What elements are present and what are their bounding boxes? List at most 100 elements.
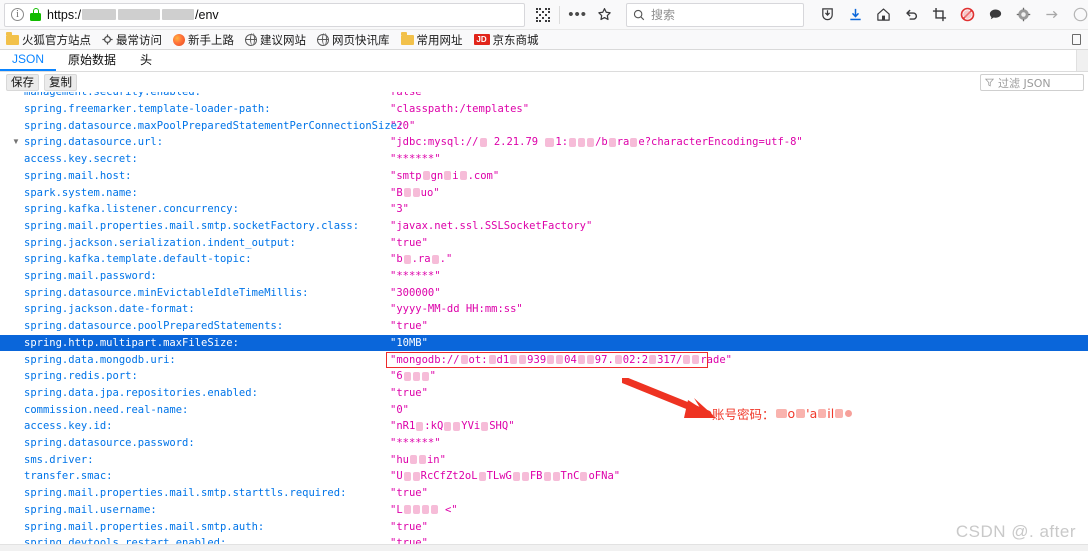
json-rows-container[interactable]: management.security.enabled: false spring.… — [0, 92, 1088, 544]
adblock-icon[interactable] — [960, 7, 975, 22]
search-input[interactable]: 搜索 — [626, 2, 804, 27]
bookmark-item[interactable]: 火狐官方站点 — [6, 32, 91, 48]
screenshot-crop-icon[interactable] — [932, 7, 947, 22]
json-value: "mongodb://ot: d1 939 04 97. 02:2 317/rade" — [390, 353, 732, 366]
json-row[interactable]: spring.datasource.minEvictableIdleTimeMi… — [0, 285, 1088, 302]
json-viewer-tabs: JSON 原始数据 头 — [0, 50, 1088, 72]
filter-json-input[interactable]: 过滤 JSON — [980, 74, 1084, 91]
bookmark-item[interactable]: 新手上路 — [173, 32, 234, 48]
value-redaction — [453, 421, 461, 431]
bookmark-item[interactable]: 网页快讯库 — [316, 32, 390, 48]
value-redaction — [403, 471, 411, 481]
extension-icons — [820, 7, 1088, 22]
collapse-triangle-icon[interactable]: ▼ — [12, 134, 20, 151]
json-row[interactable]: access.key.secret: "******" — [0, 151, 1088, 168]
annotation-ch2: 'a — [806, 406, 818, 421]
tab-json[interactable]: JSON — [0, 50, 57, 71]
value-redaction — [412, 188, 420, 197]
json-key: spring.mail.properties.mail.smtp.starttl… — [24, 487, 347, 500]
bookmark-star-icon[interactable] — [597, 7, 612, 22]
json-row[interactable]: spring.mail.username: "L <" — [0, 502, 1088, 519]
json-key: spring.data.mongodb.uri: — [24, 353, 176, 366]
undo-icon[interactable] — [904, 7, 919, 22]
json-row[interactable]: spring.kafka.listener.concurrency: "3" — [0, 201, 1088, 218]
page-actions-icon[interactable]: ••• — [568, 6, 587, 23]
bookmark-item[interactable]: 常用网址 — [400, 32, 463, 48]
value-redaction — [418, 455, 426, 465]
account-icon[interactable] — [1073, 7, 1088, 22]
json-value: "******" — [390, 437, 441, 449]
json-row[interactable]: spring.datasource.poolPreparedStatements… — [0, 318, 1088, 335]
filter-placeholder: 过滤 JSON — [998, 76, 1051, 90]
bookmark-item[interactable]: 建议网站 — [244, 32, 306, 48]
value-redaction — [519, 355, 527, 364]
save-button[interactable]: 保存 — [6, 73, 39, 91]
value-redaction — [608, 137, 616, 147]
json-row[interactable]: ▼ spring.datasource.url: "jdbc:mysql:// 2.… — [0, 134, 1088, 151]
value-redaction — [614, 355, 622, 364]
json-key: spring.kafka.template.default-topic: — [24, 253, 252, 266]
json-row[interactable]: spring.data.mongodb.uri: "mongodb://ot: d1… — [0, 351, 1088, 369]
annotation-redaction — [796, 409, 806, 418]
json-row[interactable]: spring.mail.host: "smtp gn i .com" — [0, 168, 1088, 185]
json-row[interactable]: transfer.smac: "U RcCfZt2oL TLwG FB TnC oFNa" — [0, 468, 1088, 485]
home-icon[interactable] — [876, 7, 891, 22]
tab-raw-data[interactable]: 原始数据 — [56, 49, 128, 71]
value-redaction — [421, 371, 429, 381]
json-row[interactable]: sms.driver: "hu in" — [0, 452, 1088, 469]
tabs-scrollbar[interactable] — [1076, 50, 1088, 71]
json-row[interactable]: spring.mail.properties.mail.smtp.starttl… — [0, 485, 1088, 502]
value-redaction — [488, 355, 496, 364]
bookmarks-overflow-icon[interactable] — [1072, 34, 1081, 45]
json-row[interactable]: spring.data.jpa.repositories.enabled: "tr… — [0, 385, 1088, 402]
json-row[interactable]: spring.freemarker.template-loader-path: "… — [0, 101, 1088, 118]
pocket-icon[interactable] — [820, 7, 835, 22]
value-redaction — [512, 471, 520, 481]
json-row[interactable]: spring.devtools.restart.enabled: "true" — [0, 535, 1088, 544]
lock-icon[interactable] — [30, 8, 41, 21]
json-row[interactable]: spark.system.name: "B uo" — [0, 185, 1088, 202]
value-redaction — [412, 505, 420, 515]
json-value: "true" — [390, 236, 428, 249]
json-value: "******" — [390, 270, 441, 282]
search-icon — [633, 9, 645, 20]
json-row[interactable]: management.security.enabled: false — [0, 92, 1088, 101]
value-redaction — [577, 355, 585, 364]
copy-button[interactable]: 复制 — [44, 73, 77, 91]
json-value: "B uo" — [390, 186, 440, 199]
value-redaction — [412, 371, 420, 381]
gear-icon[interactable] — [1016, 7, 1031, 22]
json-row[interactable]: spring.jackson.serialization.indent_outp… — [0, 235, 1088, 252]
json-key: spring.data.jpa.repositories.enabled: — [24, 386, 258, 399]
json-row[interactable]: spring.mail.properties.mail.smtp.socketF… — [0, 218, 1088, 235]
json-key: sms.driver: — [24, 453, 94, 466]
forward-arrow-icon[interactable] — [1044, 7, 1060, 22]
json-value: "0" — [390, 403, 409, 416]
json-key: spring.redis.port: — [24, 370, 138, 383]
bookmark-item[interactable]: JD 京东商城 — [473, 32, 539, 48]
address-bar[interactable]: i https:/ /env — [4, 2, 526, 27]
json-row[interactable]: spring.datasource.password: "******" — [0, 435, 1088, 452]
json-value: "20" — [390, 119, 416, 132]
json-row[interactable]: spring.datasource.maxPoolPreparedStateme… — [0, 118, 1088, 135]
json-row[interactable]: spring.http.multipart.maxFileSize: "10MB" — [0, 334, 1088, 352]
download-icon[interactable] — [848, 7, 863, 22]
site-info-icon[interactable]: i — [11, 8, 24, 21]
json-row[interactable]: access.key.id: "nR1:kQ YVi SHQ" — [0, 418, 1088, 435]
globe-icon — [244, 33, 257, 46]
tab-headers[interactable]: 头 — [128, 49, 164, 71]
json-row[interactable]: spring.redis.port: "6 " — [0, 368, 1088, 385]
json-row[interactable]: spring.mail.properties.mail.smtp.auth: "t… — [0, 519, 1088, 536]
json-row[interactable]: commission.need.real-name: "0" — [0, 402, 1088, 419]
annotation-redaction — [775, 409, 787, 418]
bookmark-item[interactable]: 最常访问 — [102, 32, 162, 48]
json-row[interactable]: spring.mail.password: "******" — [0, 268, 1088, 285]
value-redaction — [403, 188, 411, 197]
json-row[interactable]: spring.jackson.date-format: "yyyy-MM-dd H… — [0, 301, 1088, 318]
qr-code-icon[interactable] — [535, 7, 551, 23]
browser-window: i https:/ /env ••• 搜索 火狐官方站点 最常访问 新手上路 建… — [0, 0, 1088, 551]
speech-bubble-icon[interactable] — [988, 7, 1003, 22]
json-value: "true" — [390, 520, 428, 533]
value-redaction — [578, 137, 586, 147]
json-row[interactable]: spring.kafka.template.default-topic: "b .r… — [0, 251, 1088, 268]
